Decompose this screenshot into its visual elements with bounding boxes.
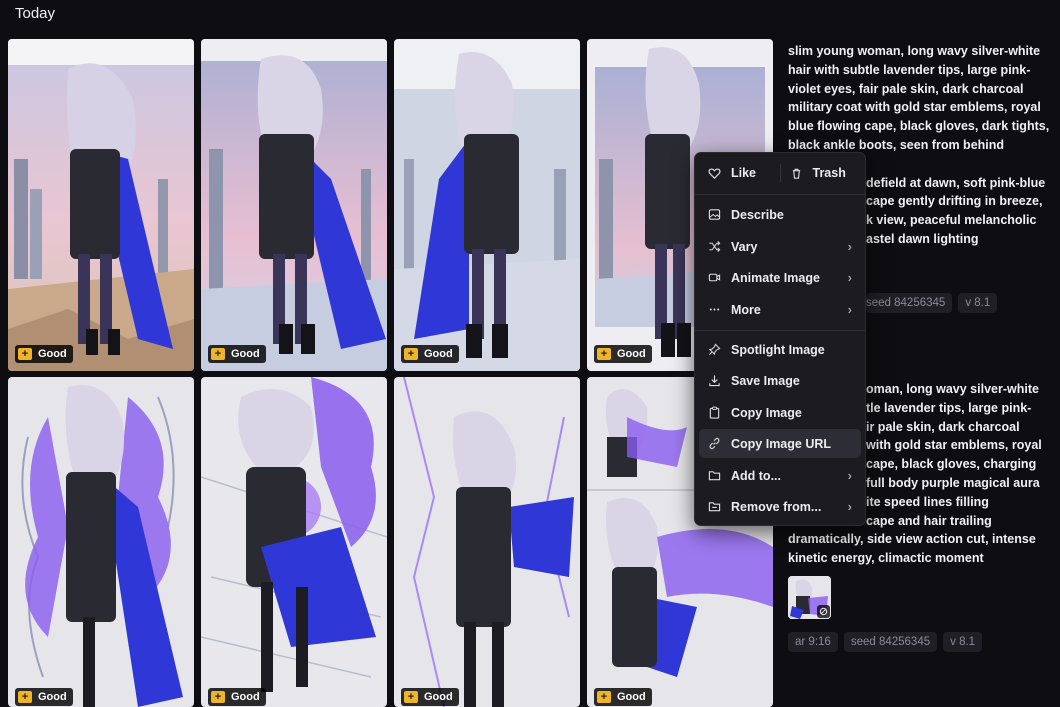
good-badge[interactable]: + Good (15, 345, 73, 363)
good-badge[interactable]: + Good (594, 345, 652, 363)
chevron-right-icon: › (847, 468, 852, 483)
good-badge[interactable]: + Good (208, 688, 266, 706)
menu-item-copy-image-url[interactable]: Copy Image URL (699, 429, 861, 458)
generated-image (8, 39, 194, 371)
menu-item-remove-from[interactable]: Remove from... › (699, 492, 861, 521)
menu-item-add-to[interactable]: Add to... › (699, 461, 861, 490)
menu-item-more[interactable]: More › (699, 295, 861, 324)
section-title: Today (15, 5, 56, 22)
menu-item-vary[interactable]: Vary › (699, 232, 861, 261)
image-tile[interactable]: + Good (8, 39, 194, 371)
trash-icon (792, 168, 800, 179)
image-icon (708, 209, 721, 220)
image-tile[interactable]: + Good (394, 39, 580, 371)
chevron-right-icon: › (847, 239, 852, 254)
menu-item-save-image[interactable]: Save Image (699, 366, 861, 395)
menu-item-copy-image[interactable]: Copy Image (699, 398, 861, 427)
chevron-right-icon: › (847, 499, 852, 514)
generated-image (201, 39, 387, 371)
trash-button[interactable]: Trash (781, 158, 862, 188)
generated-image (8, 377, 194, 707)
clipboard-icon (709, 406, 720, 419)
context-menu: Like Trash Describe Vary › Animate Image… (694, 152, 866, 526)
menu-separator (695, 194, 865, 195)
good-badge[interactable]: + Good (15, 688, 73, 706)
pin-icon (708, 343, 721, 356)
good-badge[interactable]: + Good (208, 345, 266, 363)
image-tile[interactable]: + Good (201, 377, 387, 707)
reference-thumbnail[interactable] (788, 576, 831, 619)
generated-image (394, 377, 580, 707)
aspect-chip[interactable]: ar 9:16 (788, 632, 838, 652)
menu-item-describe[interactable]: Describe (699, 200, 861, 229)
generated-image (201, 377, 387, 707)
link-icon (709, 437, 720, 450)
download-icon (709, 375, 720, 387)
prompt-params: ar 9:16 seed 84256345 v 8.1 (788, 632, 983, 652)
generated-image (394, 39, 580, 371)
chevron-right-icon: › (847, 270, 852, 285)
image-tile[interactable]: + Good (201, 39, 387, 371)
version-chip[interactable]: v 8.1 (958, 293, 998, 313)
menu-item-animate-image[interactable]: Animate Image › (699, 263, 861, 292)
folder-icon (708, 471, 721, 481)
shuffle-icon (709, 241, 721, 252)
like-button[interactable]: Like (699, 158, 780, 188)
seed-chip[interactable]: seed 84256345 (866, 293, 953, 313)
link-icon (817, 605, 830, 618)
video-icon (708, 273, 721, 282)
version-chip[interactable]: v 8.1 (943, 632, 983, 652)
prompt-params: seed 84256345 v 8.1 (866, 293, 998, 313)
image-tile[interactable]: + Good (8, 377, 194, 707)
good-badge[interactable]: + Good (401, 688, 459, 706)
menu-separator (695, 330, 865, 331)
menu-item-spotlight-image[interactable]: Spotlight Image (699, 335, 861, 364)
good-badge[interactable]: + Good (401, 345, 459, 363)
heart-icon (708, 167, 721, 179)
chevron-right-icon: › (847, 302, 852, 317)
seed-chip[interactable]: seed 84256345 (843, 632, 938, 652)
folder-minus-icon (708, 502, 721, 512)
good-badge[interactable]: + Good (594, 688, 652, 706)
image-tile[interactable]: + Good (394, 377, 580, 707)
ellipsis-icon (709, 308, 720, 311)
